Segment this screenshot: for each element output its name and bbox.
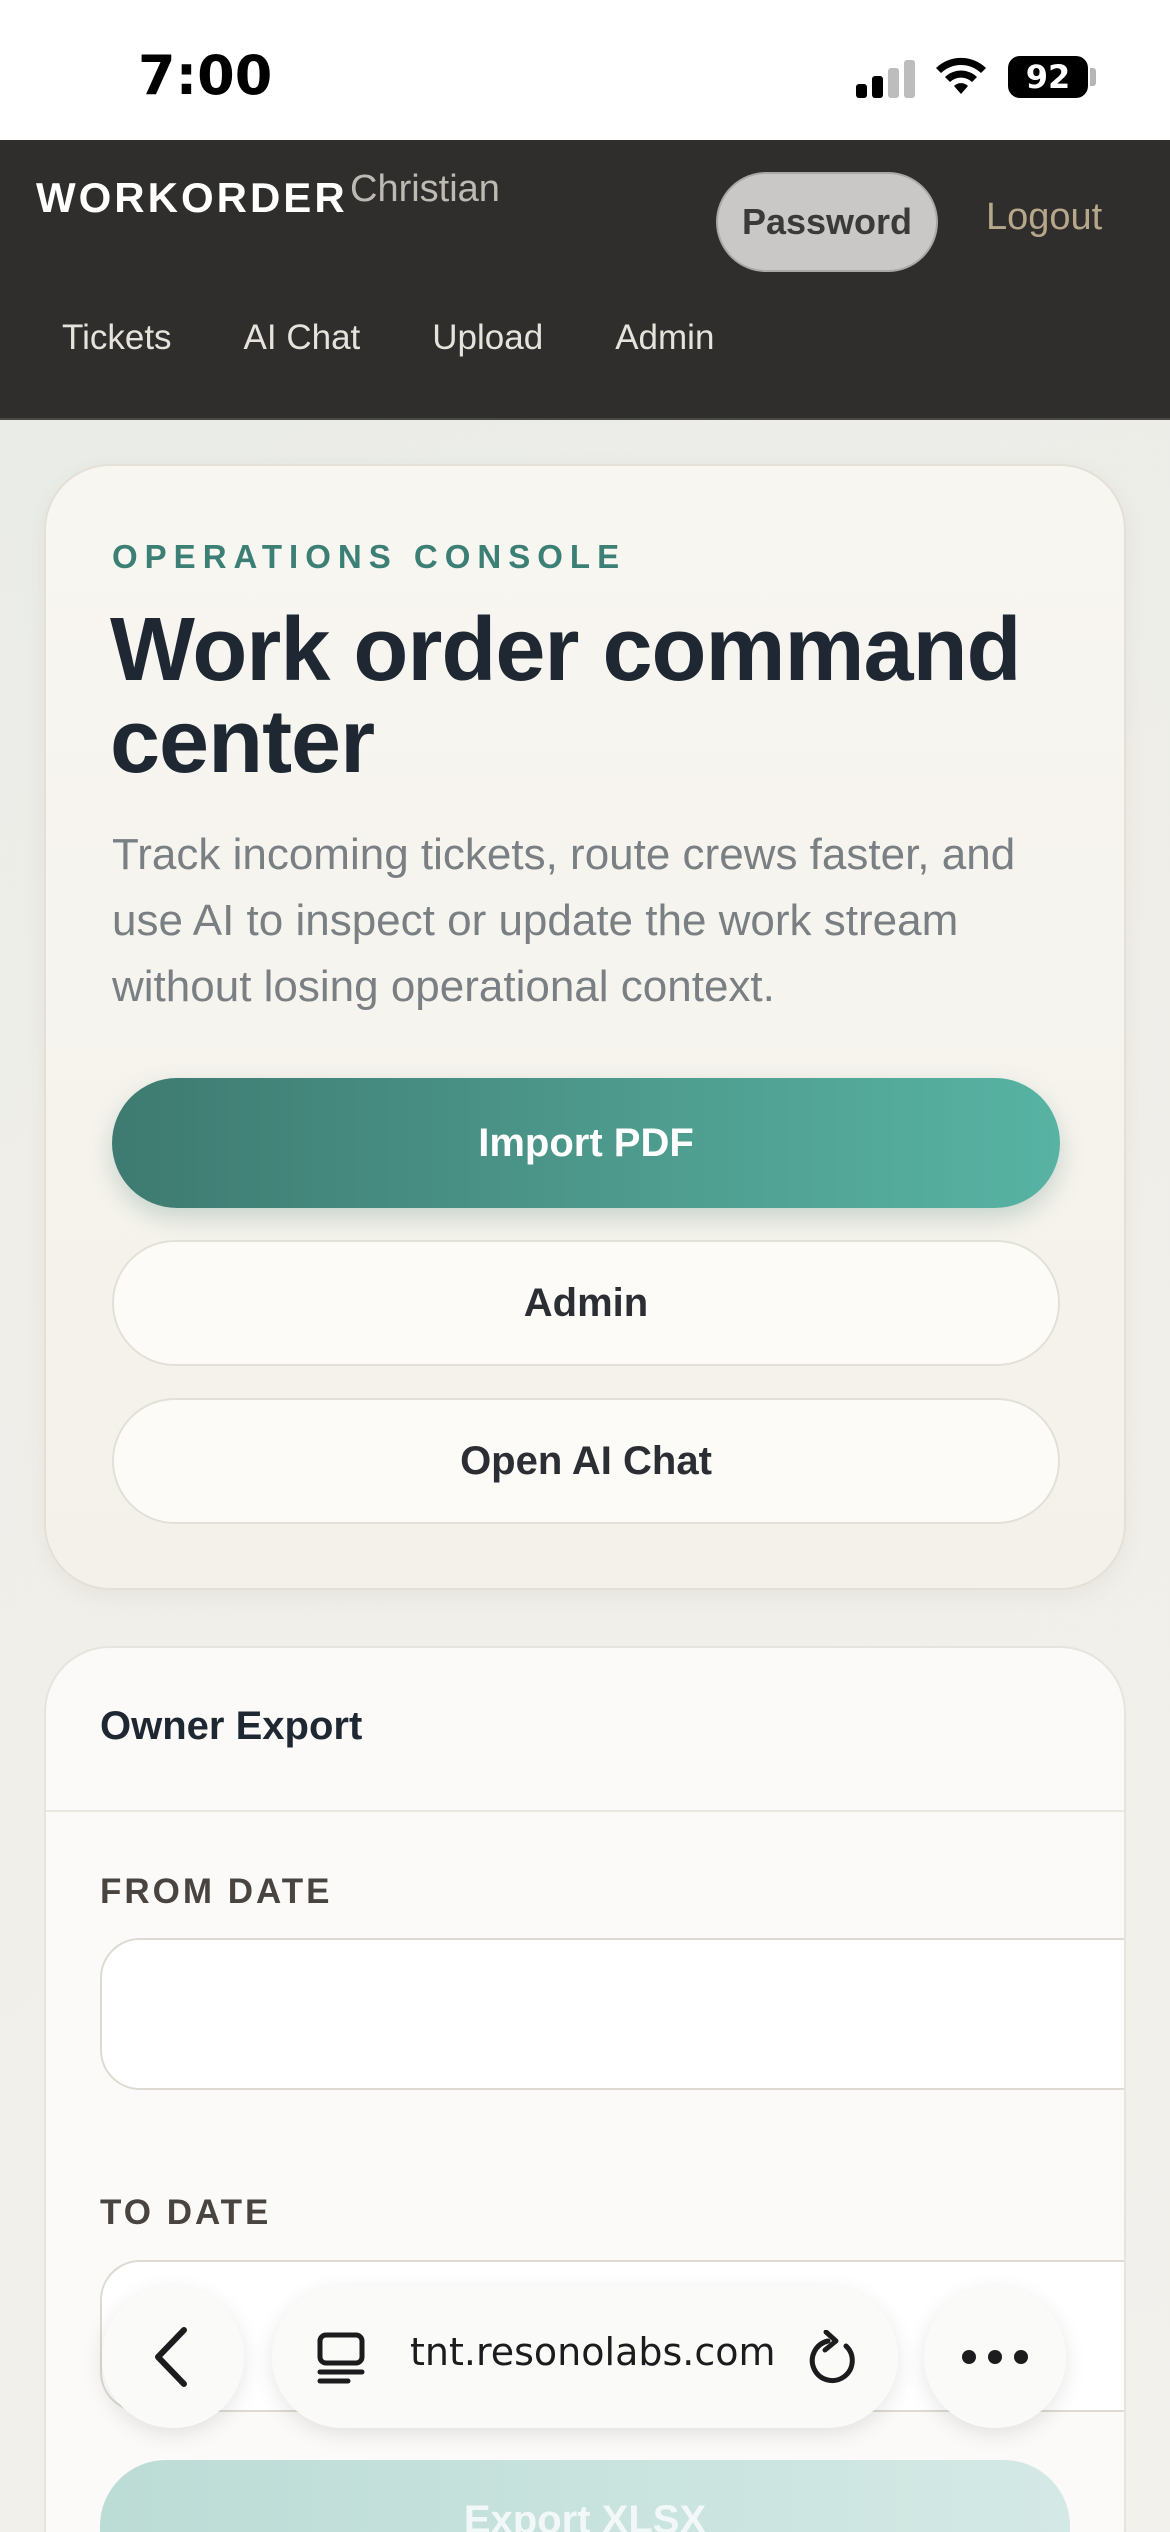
nav-item-ai-chat[interactable]: AI Chat — [244, 318, 361, 358]
signal-icon — [856, 58, 916, 98]
battery-tip — [1090, 68, 1096, 86]
battery-icon: 92 — [1008, 56, 1088, 98]
brand-logo[interactable]: WORKORDER — [36, 174, 348, 222]
eyebrow-label: OPERATIONS CONSOLE — [112, 538, 627, 575]
from-date-input[interactable] — [100, 1938, 1124, 2090]
nav-item-tickets[interactable]: Tickets — [62, 318, 172, 358]
status-time: 7:00 — [138, 44, 273, 107]
main-nav: Tickets AI Chat Upload Admin — [62, 318, 786, 358]
import-pdf-button[interactable]: Import PDF — [112, 1078, 1060, 1208]
from-date-label: FROM DATE — [100, 1872, 333, 1911]
export-title: Owner Export — [100, 1704, 363, 1748]
admin-button[interactable]: Admin — [112, 1240, 1060, 1366]
open-ai-chat-button[interactable]: Open AI Chat — [112, 1398, 1060, 1524]
reload-icon[interactable] — [806, 2330, 860, 2386]
url-bar[interactable]: tnt.resonolabs.com — [272, 2286, 898, 2428]
hero-card: OPERATIONS CONSOLE Work order command ce… — [44, 464, 1126, 1590]
wifi-icon — [934, 54, 988, 98]
hero-description: Track incoming tickets, route crews fast… — [112, 830, 1016, 1011]
more-icon — [962, 2350, 1028, 2364]
app-header: WORKORDER Christian Password Logout Tick… — [0, 140, 1170, 420]
page-title: Work order command center — [110, 600, 1022, 792]
password-button[interactable]: Password — [716, 172, 938, 272]
more-button[interactable] — [924, 2286, 1066, 2428]
back-chevron-icon — [155, 2327, 187, 2387]
to-date-label: TO DATE — [100, 2193, 272, 2232]
nav-item-upload[interactable]: Upload — [432, 318, 543, 358]
url-text[interactable]: tnt.resonolabs.com — [410, 2330, 810, 2374]
logout-link[interactable]: Logout — [986, 196, 1102, 239]
export-xlsx-button[interactable]: Export XLSX — [100, 2460, 1070, 2532]
back-button[interactable] — [102, 2286, 244, 2428]
export-divider — [46, 1810, 1124, 1812]
status-bar: 7:00 92 — [0, 0, 1170, 140]
nav-item-admin[interactable]: Admin — [615, 318, 714, 358]
tabs-icon[interactable] — [316, 2332, 366, 2384]
user-name: Christian — [350, 168, 500, 210]
